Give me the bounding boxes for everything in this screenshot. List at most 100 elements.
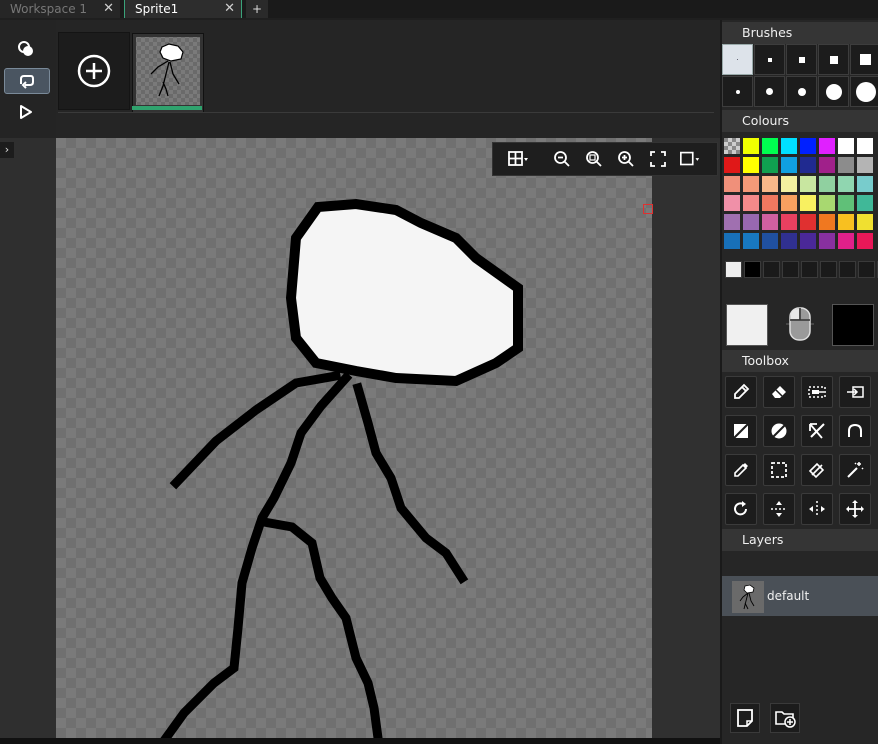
colour-swatch[interactable] [857, 195, 873, 211]
tab-sprite1[interactable]: Sprite1 ✕ [124, 0, 242, 18]
brush-circle-6[interactable] [786, 76, 817, 107]
primary-colour[interactable] [726, 304, 768, 346]
sprite-canvas[interactable] [56, 138, 652, 738]
brush-circle-14[interactable] [818, 76, 849, 107]
colour-swatch[interactable] [724, 176, 740, 192]
add-frame-button[interactable] [58, 32, 130, 110]
paste-selection-tool[interactable] [839, 376, 871, 408]
colour-swatch[interactable] [781, 233, 797, 249]
colour-swatch[interactable] [800, 138, 816, 154]
eraser-tool[interactable] [763, 376, 795, 408]
zoom-out-button[interactable] [551, 148, 573, 170]
recent-colour-swatch[interactable] [858, 261, 875, 278]
fill-ellipse-tool[interactable] [763, 415, 795, 447]
colour-swatch[interactable] [819, 233, 835, 249]
colour-swatch[interactable] [762, 195, 778, 211]
colour-swatch[interactable] [819, 176, 835, 192]
flip-vertical-tool[interactable] [763, 493, 795, 525]
recent-colour-swatch[interactable] [763, 261, 780, 278]
colour-swatch[interactable] [800, 214, 816, 230]
grid-button[interactable] [507, 148, 529, 170]
move-tool[interactable] [839, 493, 871, 525]
colour-swatch[interactable] [838, 195, 854, 211]
brush-square-2[interactable] [754, 44, 785, 75]
colour-swatch[interactable] [743, 195, 759, 211]
colour-swatch[interactable] [762, 138, 778, 154]
colour-swatch[interactable] [781, 157, 797, 173]
brush-square-6[interactable] [818, 44, 849, 75]
colour-swatch[interactable] [857, 157, 873, 173]
recent-colour-swatch[interactable] [801, 261, 818, 278]
brush-square-1[interactable] [722, 44, 753, 75]
colour-swatch[interactable] [724, 138, 740, 154]
colour-swatch[interactable] [838, 138, 854, 154]
colour-swatch[interactable] [857, 176, 873, 192]
add-tab-button[interactable]: + [246, 0, 268, 18]
colour-swatch[interactable] [857, 138, 873, 154]
play-button[interactable] [4, 100, 48, 124]
colour-swatch[interactable] [743, 214, 759, 230]
line-tool[interactable] [801, 415, 833, 447]
colour-swatch[interactable] [819, 214, 835, 230]
tab-workspace[interactable]: Workspace 1 ✕ [0, 0, 120, 18]
colour-swatch[interactable] [857, 214, 873, 230]
fill-rect-tool[interactable] [725, 415, 757, 447]
colour-swatch[interactable] [781, 214, 797, 230]
colour-swatch[interactable] [800, 176, 816, 192]
onion-skin-button[interactable] [4, 37, 48, 61]
colour-swatch[interactable] [819, 138, 835, 154]
close-icon[interactable]: ✕ [224, 0, 235, 18]
brush-square-9[interactable] [850, 44, 878, 75]
arc-tool[interactable] [839, 415, 871, 447]
colour-swatch[interactable] [838, 157, 854, 173]
colour-swatch[interactable] [743, 138, 759, 154]
colour-swatch[interactable] [762, 176, 778, 192]
zoom-reset-button[interactable] [583, 148, 605, 170]
expand-panel-button[interactable]: › [0, 142, 14, 158]
frame-thumbnail[interactable] [132, 33, 204, 113]
colour-swatch[interactable] [838, 233, 854, 249]
copy-selection-tool[interactable] [801, 376, 833, 408]
magic-wand-tool[interactable] [839, 454, 871, 486]
recent-colour-swatch[interactable] [725, 261, 742, 278]
colour-swatch[interactable] [762, 214, 778, 230]
brush-circle-18[interactable] [850, 76, 878, 107]
colour-swatch[interactable] [724, 157, 740, 173]
colour-swatch[interactable] [724, 195, 740, 211]
pencil-tool[interactable] [725, 376, 757, 408]
close-icon[interactable]: ✕ [103, 0, 114, 18]
colour-swatch[interactable] [857, 233, 873, 249]
colour-swatch[interactable] [762, 233, 778, 249]
colour-swatch[interactable] [743, 157, 759, 173]
colour-swatch[interactable] [724, 233, 740, 249]
colour-swatch[interactable] [838, 176, 854, 192]
colour-swatch[interactable] [781, 138, 797, 154]
rotate-tool[interactable] [725, 493, 757, 525]
zoom-in-button[interactable] [615, 148, 637, 170]
colour-swatch[interactable] [743, 176, 759, 192]
brush-square-4[interactable] [786, 44, 817, 75]
colour-swatch[interactable] [762, 157, 778, 173]
recent-colour-swatch[interactable] [839, 261, 856, 278]
colour-swatch[interactable] [819, 157, 835, 173]
new-layer-button[interactable] [730, 703, 760, 733]
add-folder-button[interactable] [770, 703, 800, 733]
secondary-colour[interactable] [832, 304, 874, 346]
background-button[interactable] [679, 148, 701, 170]
loop-button[interactable] [4, 68, 50, 94]
fit-screen-button[interactable] [647, 148, 669, 170]
colour-swatch[interactable] [800, 233, 816, 249]
recent-colour-swatch[interactable] [744, 261, 761, 278]
recent-colour-swatch[interactable] [820, 261, 837, 278]
recent-colour-swatch[interactable] [782, 261, 799, 278]
colour-swatch[interactable] [838, 214, 854, 230]
colour-swatch[interactable] [781, 195, 797, 211]
flip-horizontal-tool[interactable] [801, 493, 833, 525]
colour-picker-tool[interactable] [725, 454, 757, 486]
brush-circle-2[interactable] [722, 76, 753, 107]
brush-circle-5[interactable] [754, 76, 785, 107]
fill-bucket-tool[interactable] [801, 454, 833, 486]
colour-swatch[interactable] [724, 214, 740, 230]
colour-swatch[interactable] [800, 195, 816, 211]
colour-swatch[interactable] [781, 176, 797, 192]
